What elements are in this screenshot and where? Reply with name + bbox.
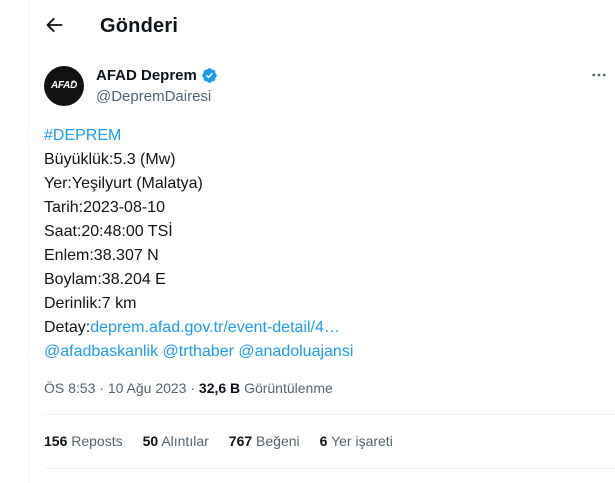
mention-link[interactable]: @afadbaskanlik <box>44 343 158 360</box>
page-title: Gönderi <box>100 15 179 37</box>
back-button[interactable] <box>43 14 67 38</box>
tweet-line-latitude: Enlem:38.307 N <box>44 247 159 264</box>
column-border <box>28 0 29 483</box>
tweet-meta: ÖS 8:53 · 10 Ağu 2023 · 32,6 B Görüntüle… <box>44 380 333 396</box>
author-name-text: AFAD Deprem <box>96 67 197 84</box>
reposts-stat[interactable]: 156 Reposts <box>44 433 123 449</box>
tweet-text: #DEPREM Büyüklük:5.3 (Mw) Yer:Yeşilyurt … <box>44 124 353 364</box>
page-header: Gönderi <box>29 0 615 56</box>
mention-link[interactable]: @trthaber <box>163 343 234 360</box>
tweet-line-date: Tarih:2023-08-10 <box>44 199 165 216</box>
quotes-stat[interactable]: 50 Alıntılar <box>143 433 209 449</box>
tweet-date[interactable]: 10 Ağu 2023 <box>108 380 187 396</box>
divider <box>44 468 615 469</box>
views-label: Görüntülenme <box>244 380 333 396</box>
views-count: 32,6 B <box>198 380 241 396</box>
divider <box>44 414 615 415</box>
author-name[interactable]: AFAD Deprem <box>96 67 218 84</box>
tweet-line-longitude: Boylam:38.204 E <box>44 271 166 288</box>
verified-badge-icon <box>202 68 217 83</box>
tweet-line-magnitude: Büyüklük:5.3 (Mw) <box>44 151 176 168</box>
mention-link[interactable]: @anadoluajansi <box>238 343 353 360</box>
detail-link[interactable]: deprem.afad.gov.tr/event-detail/4… <box>90 319 340 336</box>
tweet-line-location: Yer:Yeşilyurt (Malatya) <box>44 175 203 192</box>
hashtag-link[interactable]: #DEPREM <box>44 127 121 144</box>
author-handle[interactable]: @DepremDairesi <box>96 88 211 105</box>
engagement-stats: 156 Reposts 50 Alıntılar 767 Beğeni 6 Ye… <box>44 433 413 449</box>
arrow-left-icon <box>46 17 63 33</box>
tweet-time[interactable]: ÖS 8:53 <box>44 380 95 396</box>
bookmarks-stat[interactable]: 6 Yer işareti <box>320 433 393 449</box>
tweet-line-depth: Derinlik:7 km <box>44 295 137 312</box>
likes-stat[interactable]: 767 Beğeni <box>229 433 300 449</box>
more-dots-icon <box>592 73 606 77</box>
more-options-button[interactable] <box>590 66 610 86</box>
tweet-line-time: Saat:20:48:00 TSİ <box>44 223 173 240</box>
detail-label: Detay: <box>44 319 91 336</box>
avatar[interactable]: AFAD ® <box>44 66 84 106</box>
